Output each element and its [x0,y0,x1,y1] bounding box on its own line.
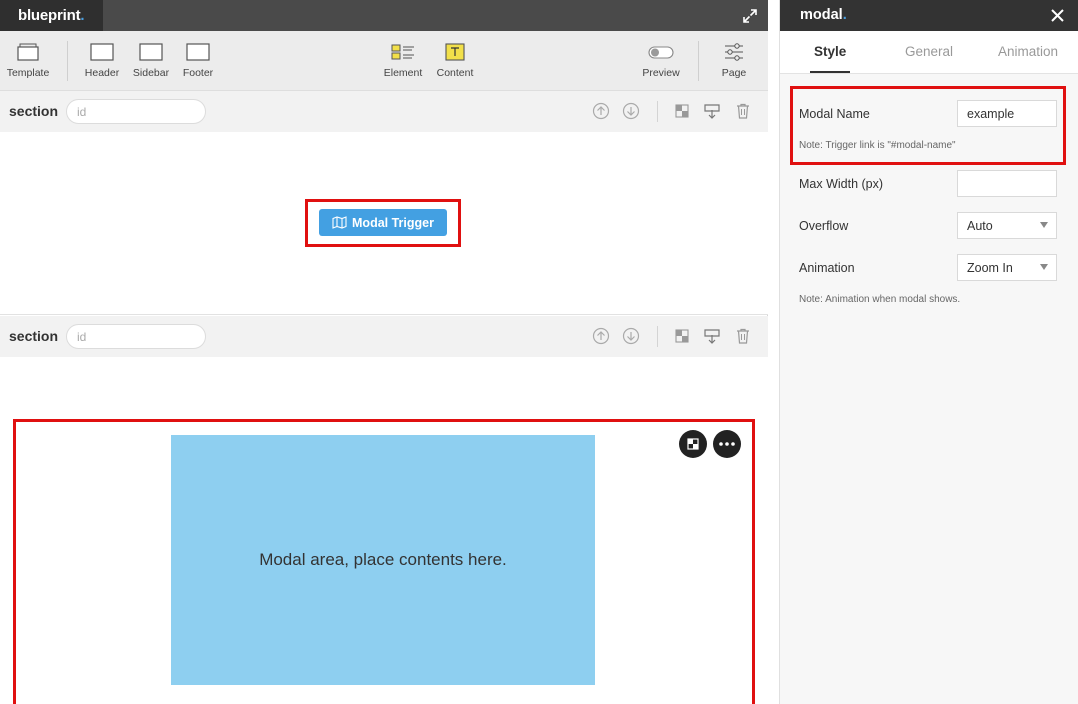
chevron-down-icon [1040,222,1048,228]
tab-general[interactable]: General [905,44,953,59]
editor-titlebar: blueprint. [0,0,768,31]
animation-label: Animation [799,261,855,275]
modal-trigger-label: Modal Trigger [352,215,434,230]
brand-tab: blueprint. [0,0,103,31]
sidebar-tool[interactable]: Sidebar [132,43,170,79]
section-bar: section [0,316,768,357]
more-dots-icon [719,442,735,446]
header-tool[interactable]: Header [84,43,120,79]
expand-icon[interactable] [742,8,758,24]
section-bar: section [0,91,768,132]
modal-area[interactable]: Modal area, place contents here. [171,435,595,685]
modal-name-label: Modal Name [799,107,870,121]
section-id-input[interactable] [66,99,206,124]
style-checker-icon [687,438,699,450]
panel-tabs: Style General Animation [780,31,1078,74]
tab-animation[interactable]: Animation [998,44,1058,59]
max-width-input[interactable] [957,170,1057,197]
trash-icon[interactable] [734,327,752,345]
bar-divider [657,101,658,122]
move-up-icon[interactable] [592,327,610,345]
move-down-icon[interactable] [622,327,640,345]
animation-value: Zoom In [967,260,1013,275]
footer-layout-icon [186,43,210,61]
map-icon [332,216,347,229]
style-checker-icon[interactable] [673,327,691,345]
brand-logo: blueprint. [18,7,85,24]
overflow-select[interactable]: Auto [957,212,1057,239]
panel-header: modal. [780,0,1078,31]
element-tool[interactable]: Element [382,43,424,79]
style-checker-button[interactable] [679,430,707,458]
section-label: section [9,103,59,119]
close-icon[interactable] [1050,8,1065,23]
style-checker-icon[interactable] [673,102,691,120]
animation-select[interactable]: Zoom In [957,254,1057,281]
toggle-switch-icon [648,46,674,59]
modal-area-text: Modal area, place contents here. [259,550,507,569]
modal-name-note: Note: Trigger link is "#modal-name" [799,140,956,151]
template-tool[interactable]: Template [6,43,50,79]
modal-name-input[interactable] [957,100,1057,127]
toolbar-divider [67,41,68,81]
overflow-label: Overflow [799,219,849,233]
toolbar-divider [698,41,699,81]
active-tab-indicator [810,71,850,73]
preview-toggle[interactable]: Preview [642,43,680,79]
template-icon [17,43,39,61]
chevron-down-icon [1040,264,1048,270]
section-label: section [9,328,59,344]
header-layout-icon [90,43,114,61]
animation-note: Note: Animation when modal shows. [799,294,961,305]
trash-icon[interactable] [734,102,752,120]
sliders-icon [725,43,743,61]
more-options-button[interactable] [713,430,741,458]
bar-divider [657,326,658,347]
move-down-icon[interactable] [622,102,640,120]
overflow-value: Auto [967,218,993,233]
footer-tool[interactable]: Footer [182,43,214,79]
content-text-icon [445,43,465,61]
sidebar-layout-icon [139,43,163,61]
insert-below-icon[interactable] [703,327,721,345]
modal-trigger-button[interactable]: Modal Trigger [319,209,447,236]
section-id-input[interactable] [66,324,206,349]
editor-toolbar: Template Header Sidebar Footer Element C… [0,31,768,91]
tab-style[interactable]: Style [814,44,846,59]
max-width-label: Max Width (px) [799,177,884,191]
editor-canvas: blueprint. Template Header Sidebar Foote… [0,0,768,704]
move-up-icon[interactable] [592,102,610,120]
element-icon [391,44,414,60]
insert-below-icon[interactable] [703,102,721,120]
page-settings-tool[interactable]: Page [718,43,750,79]
content-tool[interactable]: Content [435,43,475,79]
panel-title: modal. [800,7,847,23]
